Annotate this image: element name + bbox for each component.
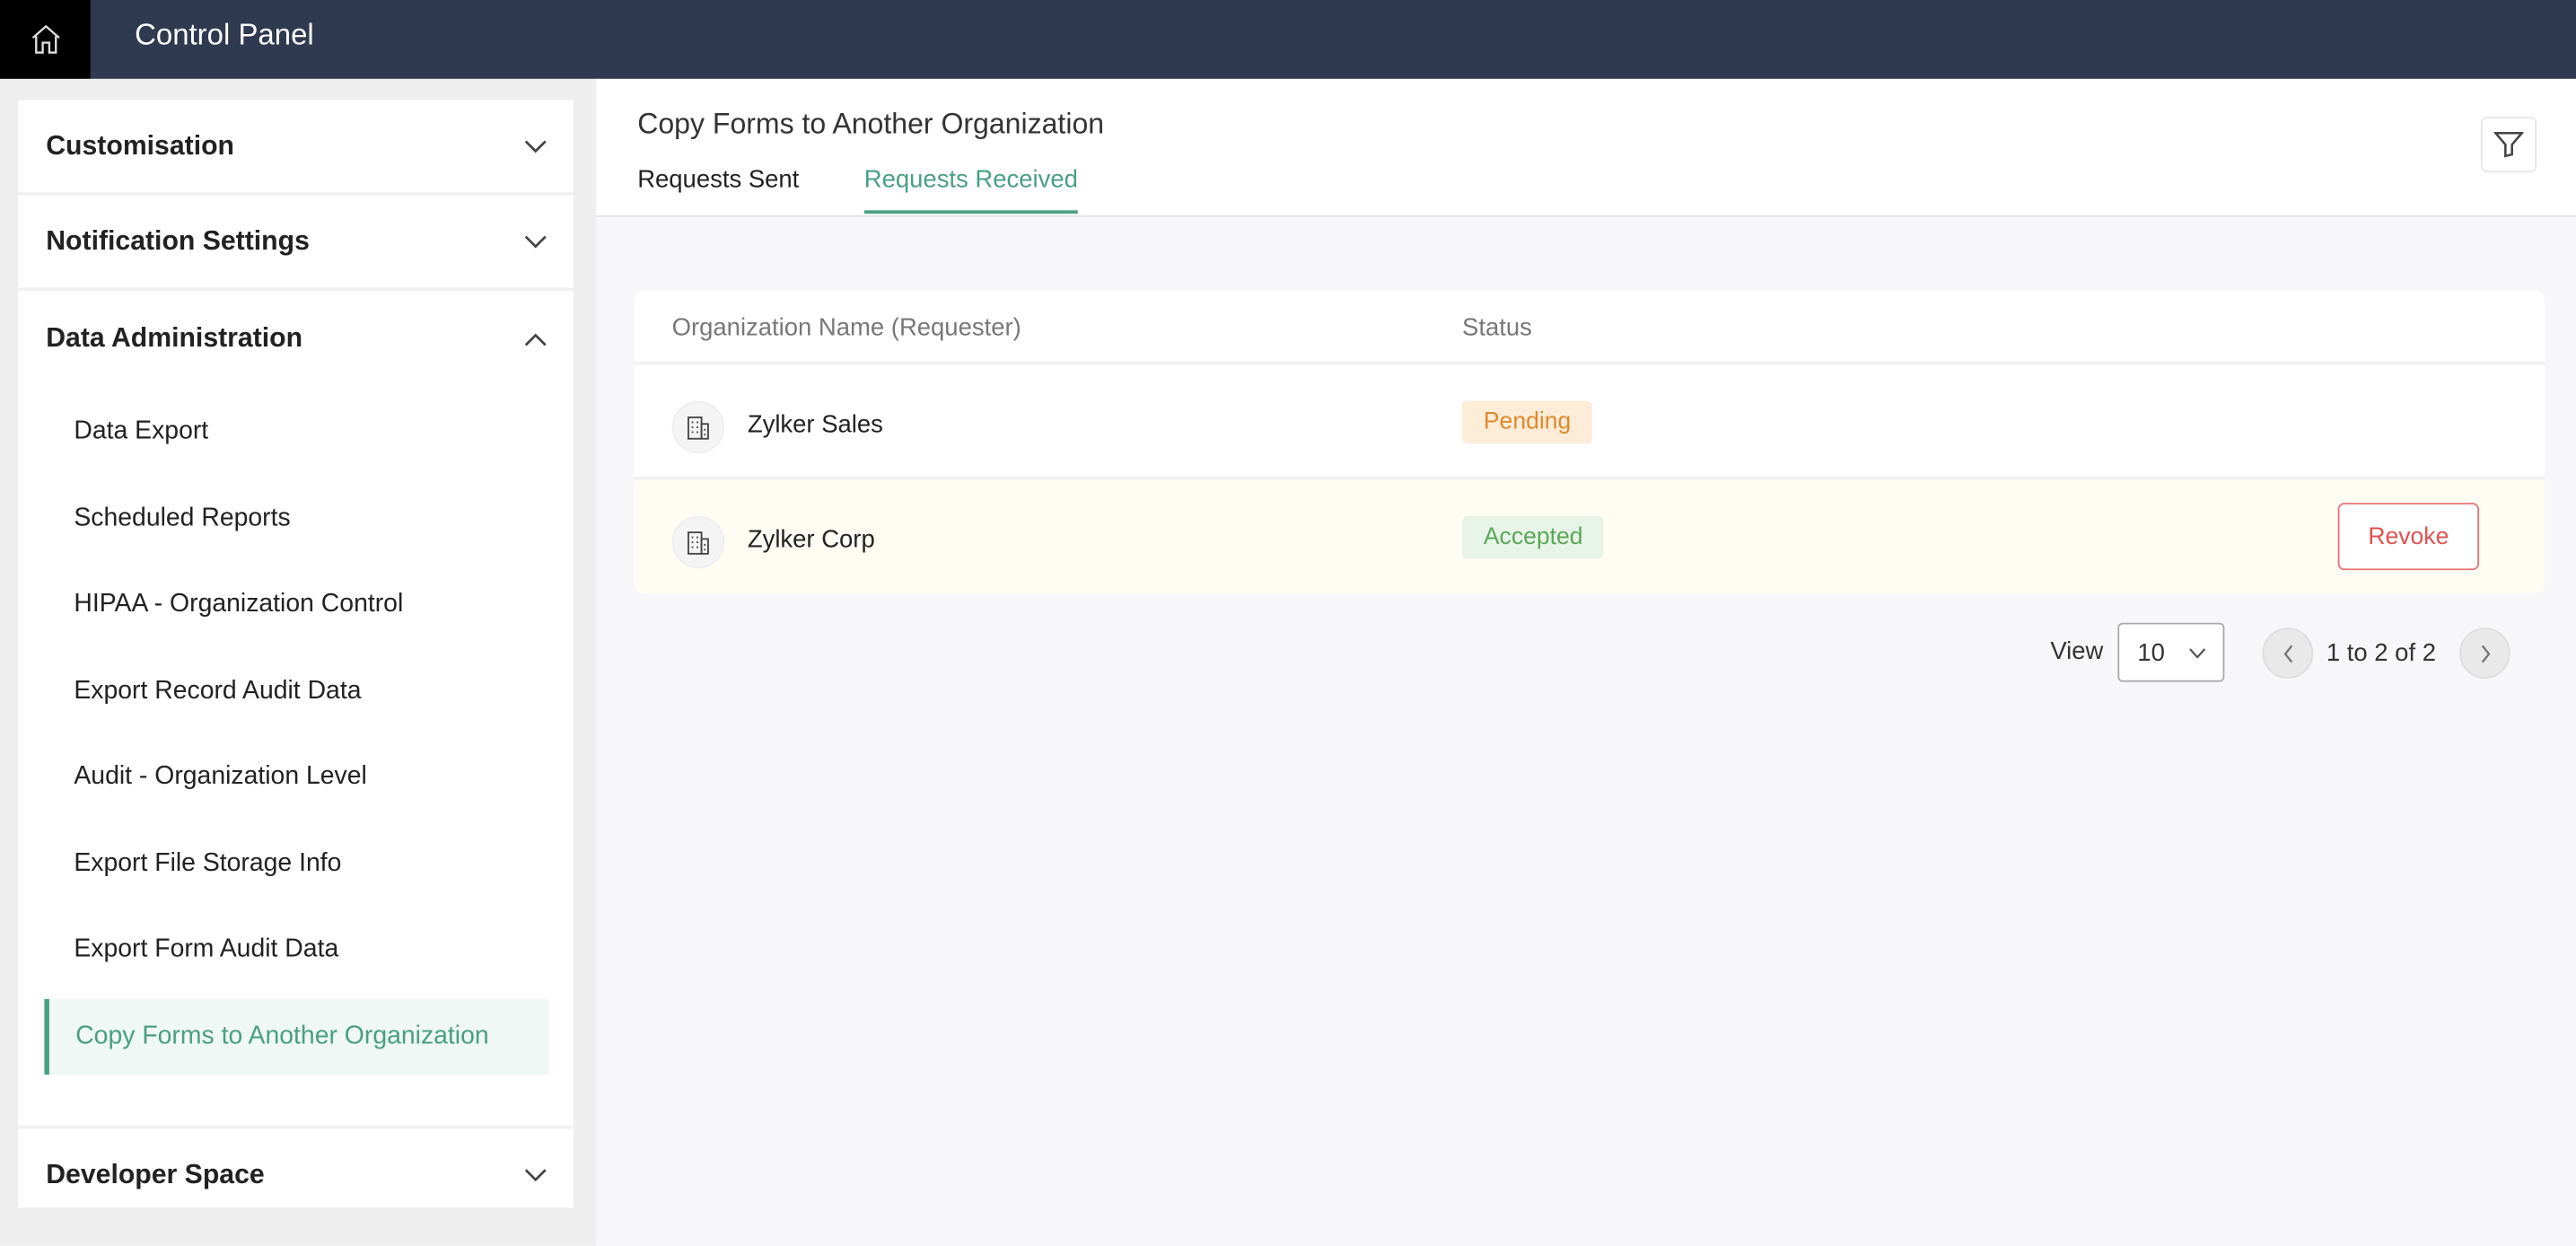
section-customisation[interactable]: Customisation <box>18 101 574 196</box>
section-label: Notification Settings <box>46 225 310 256</box>
home-icon <box>31 24 59 54</box>
section-developer-space[interactable]: Developer Space <box>18 1128 574 1224</box>
tab-requests-sent[interactable]: Requests Sent <box>637 166 799 210</box>
sidebar-item-scheduled-reports[interactable]: Scheduled Reports <box>18 476 574 562</box>
section-label: Customisation <box>46 130 235 161</box>
tab-requests-received[interactable]: Requests Received <box>863 166 1078 214</box>
next-page-button[interactable] <box>2459 627 2510 679</box>
view-label: View <box>2050 637 2104 666</box>
requests-table: Organization Name (Requester) Status Zyl… <box>634 290 2545 593</box>
chevron-right-icon <box>2480 644 2490 662</box>
column-status: Status <box>1462 313 1532 342</box>
table-header: Organization Name (Requester) Status <box>634 291 2545 365</box>
building-icon <box>671 400 725 454</box>
page-size-value: 10 <box>2137 638 2165 667</box>
chevron-down-icon <box>2189 647 2206 658</box>
status-badge: Accepted <box>1462 515 1605 559</box>
chevron-down-icon <box>524 1169 547 1182</box>
section-data-administration[interactable]: Data Administration <box>18 291 574 386</box>
section-notification-settings[interactable]: Notification Settings <box>18 196 574 291</box>
app-title: Control Panel <box>135 18 314 51</box>
previous-page-button[interactable] <box>2262 627 2314 679</box>
filter-icon <box>2493 131 2524 158</box>
data-administration-items: Data Export Scheduled Reports HIPAA - Or… <box>18 386 574 1128</box>
table-row: Zylker Sales Pending <box>634 364 2545 480</box>
sidebar-item-copy-forms[interactable]: Copy Forms to Another Organization <box>44 997 549 1075</box>
page-size-select[interactable]: 10 <box>2117 622 2225 682</box>
table-row: Zylker Corp Accepted Revoke <box>634 479 2545 593</box>
sidebar-item-export-file-storage[interactable]: Export File Storage Info <box>18 820 574 907</box>
chevron-up-icon <box>524 332 547 346</box>
sidebar-item-export-form-audit[interactable]: Export Form Audit Data <box>18 907 574 993</box>
chevron-left-icon <box>2282 644 2292 662</box>
page-title: Copy Forms to Another Organization <box>637 106 1105 140</box>
main-header: Copy Forms to Another Organization Reque… <box>596 78 2576 217</box>
building-icon <box>671 515 725 569</box>
sidebar: Customisation Notification Settings Data… <box>0 78 597 1246</box>
revoke-button[interactable]: Revoke <box>2337 503 2480 571</box>
status-badge: Pending <box>1462 400 1593 444</box>
sidebar-item-hipaa[interactable]: HIPAA - Organization Control <box>18 562 574 648</box>
chevron-down-icon <box>524 234 547 248</box>
section-label: Developer Space <box>46 1160 265 1190</box>
top-bar: Control Panel <box>0 0 2576 79</box>
filter-button[interactable] <box>2480 116 2537 173</box>
sidebar-item-data-export[interactable]: Data Export <box>18 390 574 476</box>
chevron-down-icon <box>524 139 547 153</box>
organization-name: Zylker Corp <box>747 525 875 554</box>
organization-name: Zylker Sales <box>747 410 883 439</box>
column-organization: Organization Name (Requester) <box>671 313 1021 342</box>
sidebar-menu: Customisation Notification Settings Data… <box>18 100 574 1208</box>
section-label: Data Administration <box>46 322 303 353</box>
home-button[interactable] <box>0 0 91 79</box>
sidebar-item-audit-org-level[interactable]: Audit - Organization Level <box>18 734 574 820</box>
sidebar-item-export-record-audit[interactable]: Export Record Audit Data <box>18 648 574 734</box>
pagination-range: 1 to 2 of 2 <box>2326 639 2436 668</box>
